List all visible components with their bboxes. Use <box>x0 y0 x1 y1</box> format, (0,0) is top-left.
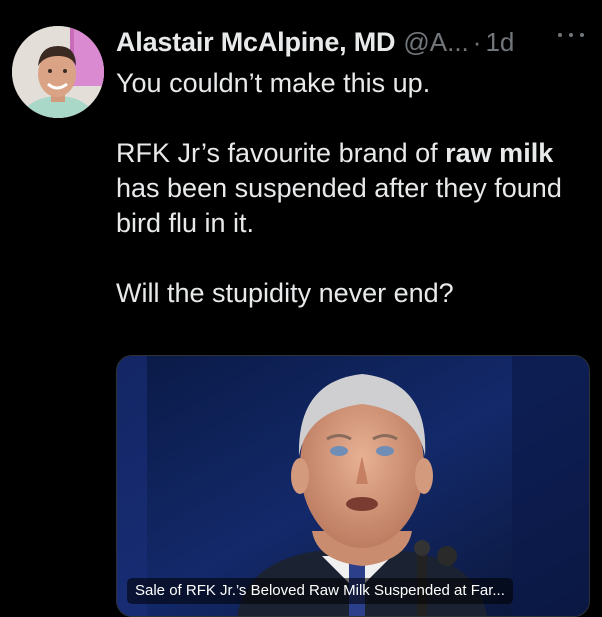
avatar-photo-icon <box>12 26 104 118</box>
tweet-line-1: You couldn’t make this up. <box>116 68 431 98</box>
tweet-paragraph-2: RFK Jr’s favourite brand of raw milk has… <box>116 136 586 241</box>
more-options-icon[interactable] <box>558 30 584 40</box>
more-dot <box>569 33 573 37</box>
tweet-text: You couldn’t make this up. RFK Jr’s favo… <box>116 66 586 311</box>
tweet-header: Alastair McAlpine, MD @A... · 1d <box>116 22 596 62</box>
news-photo-icon <box>117 356 589 616</box>
link-card-caption: Sale of RFK Jr.’s Beloved Raw Milk Suspe… <box>127 578 513 604</box>
link-card[interactable]: Sale of RFK Jr.’s Beloved Raw Milk Suspe… <box>116 355 590 617</box>
tweet[interactable]: Alastair McAlpine, MD @A... · 1d You cou… <box>0 0 602 617</box>
tweet-line-3: Will the stupidity never end? <box>116 278 454 308</box>
tweet-bold-text: raw milk <box>445 138 554 168</box>
tweet-text-segment: has been suspended after they found bird… <box>116 173 562 238</box>
more-dot <box>580 33 584 37</box>
more-dot <box>558 33 562 37</box>
tweet-text-segment: RFK Jr’s favourite brand of <box>116 138 446 168</box>
author-name[interactable]: Alastair McAlpine, MD <box>116 27 396 58</box>
author-handle[interactable]: @A... <box>403 27 468 58</box>
tweet-timestamp[interactable]: 1d <box>485 27 514 58</box>
author-avatar[interactable] <box>12 26 104 118</box>
header-separator: · <box>472 26 482 57</box>
